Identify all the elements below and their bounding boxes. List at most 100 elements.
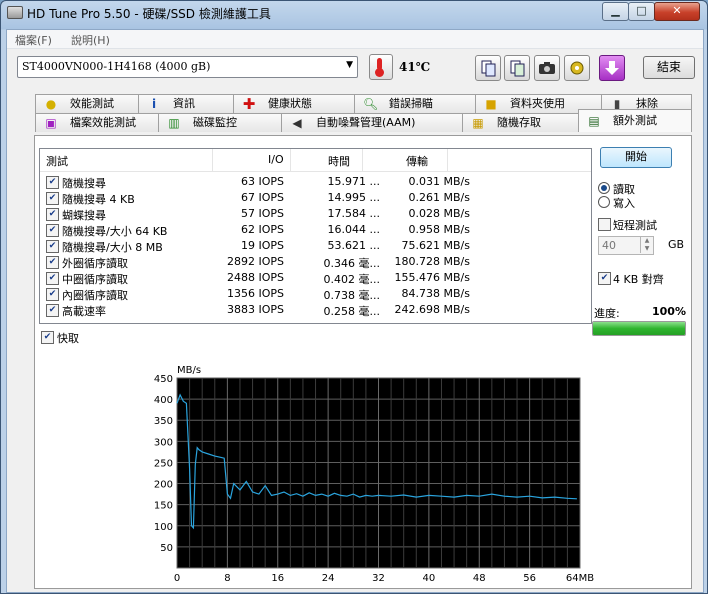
x-tick-label: 0 <box>174 573 180 584</box>
screenshot-button[interactable] <box>534 55 560 81</box>
row-test-name: 隨機搜尋 <box>62 177 106 190</box>
drive-select[interactable]: ST4000VN000-1H4168 (4000 gB) ▼ <box>17 56 358 78</box>
size-value: 40 <box>602 239 616 252</box>
table-row[interactable]: ✔ 隨機搜尋/大小 8 MB 19 IOPS 53.621 ... 75.621 MB/… <box>40 238 591 254</box>
row-test-name: 隨機搜尋/大小 64 KB <box>62 225 168 238</box>
short-test-checkbox[interactable] <box>598 218 611 231</box>
size-spinner[interactable]: 40 ▲ ▼ <box>598 236 654 255</box>
row-checkbox[interactable]: ✔ <box>46 288 59 301</box>
table-row[interactable]: ✔ 中圈循序讀取 2488 IOPS 0.402 毫... 155.476 MB/s <box>40 270 591 286</box>
info-icon: i <box>151 97 157 111</box>
maximize-button[interactable]: □ <box>628 2 655 21</box>
row-test-name: 隨機搜尋 4 KB <box>62 193 135 206</box>
y-tick-label: 250 <box>154 458 173 469</box>
row-io: 2488 IOPS <box>226 271 284 284</box>
row-io: 57 IOPS <box>240 207 284 220</box>
tab-random-access[interactable]: ▦ 隨機存取 <box>462 113 579 132</box>
row-transfer: 155.476 MB/s <box>394 271 470 284</box>
table-row[interactable]: ✔ 外圈循序讀取 2892 IOPS 0.346 毫... 180.728 MB/s <box>40 254 591 270</box>
table-row[interactable]: ✔ 內圈循序讀取 1356 IOPS 0.738 毫... 84.738 MB/s <box>40 286 591 302</box>
close-button[interactable]: ✕ <box>654 2 700 21</box>
row-io: 3883 IOPS <box>226 303 284 316</box>
row-test-name: 高載速率 <box>62 305 106 318</box>
table-row[interactable]: ✔ 隨機搜尋 63 IOPS 15.971 ... 0.031 MB/s <box>40 174 591 190</box>
x-tick-label: 32 <box>372 573 385 584</box>
table-row[interactable]: ✔ 隨機搜尋 4 KB 67 IOPS 14.995 ... 0.261 MB/s <box>40 190 591 206</box>
save-button[interactable] <box>599 55 625 81</box>
table-row[interactable]: ✔ 隨機搜尋/大小 64 KB 62 IOPS 16.044 ... 0.958 MB/… <box>40 222 591 238</box>
row-test-name: 中圈循序讀取 <box>62 273 128 286</box>
y-tick-label: 400 <box>154 395 173 406</box>
row-transfer: 0.031 MB/s <box>408 175 470 188</box>
row-checkbox[interactable]: ✔ <box>46 304 59 317</box>
tab-disk-monitor[interactable]: ▥ 磁碟監控 <box>158 113 282 132</box>
tab-info[interactable]: i 資訊 <box>138 94 234 113</box>
row-io: 67 IOPS <box>240 191 284 204</box>
copy-text-button[interactable] <box>475 55 501 81</box>
x-tick-label: 48 <box>473 573 486 584</box>
row-test-name: 蝴蝶搜尋 <box>62 209 106 222</box>
file-benchmark-icon: ▣ <box>45 116 57 130</box>
y-tick-label: 150 <box>154 501 173 512</box>
options-button[interactable] <box>564 55 590 81</box>
row-checkbox[interactable]: ✔ <box>46 240 59 253</box>
row-checkbox[interactable]: ✔ <box>46 224 59 237</box>
row-checkbox[interactable]: ✔ <box>46 272 59 285</box>
tab-aam[interactable]: ◀ 自動噪聲管理(AAM) <box>281 113 463 132</box>
chevron-down-icon: ▼ <box>346 60 353 70</box>
row-time: 15.971 ... <box>327 175 380 188</box>
tab-file-benchmark[interactable]: ▣ 檔案效能測試 <box>35 113 159 132</box>
tab-error-scan[interactable]: 🔍︎ 錯誤掃瞄 <box>354 94 476 113</box>
row-time: 14.995 ... <box>327 191 380 204</box>
folder-icon: ■ <box>485 97 497 111</box>
row-checkbox[interactable]: ✔ <box>46 208 59 221</box>
y-axis-label: MB/s <box>177 365 201 376</box>
x-tick-label: 40 <box>423 573 436 584</box>
tab-extra-tests[interactable]: ▤ 額外測試 <box>578 109 692 132</box>
menu-file[interactable]: 檔案(F) <box>15 32 52 48</box>
write-radio[interactable] <box>598 196 610 208</box>
row-io: 62 IOPS <box>240 223 284 236</box>
row-checkbox[interactable]: ✔ <box>46 256 59 269</box>
camera-icon <box>539 62 555 74</box>
arrow-down-icon <box>605 61 619 75</box>
cache-checkbox[interactable]: ✔ <box>41 331 54 344</box>
size-unit: GB <box>668 238 685 251</box>
exit-button[interactable]: 結束 <box>643 56 695 79</box>
row-time: 16.044 ... <box>327 223 380 236</box>
align-checkbox[interactable]: ✔ <box>598 272 611 285</box>
table-row[interactable]: ✔ 高載速率 3883 IOPS 0.258 毫... 242.698 MB/s <box>40 302 591 318</box>
row-transfer: 84.738 MB/s <box>401 287 470 300</box>
row-checkbox[interactable]: ✔ <box>46 176 59 189</box>
copy-all-icon <box>510 60 525 77</box>
row-time: 0.346 毫... <box>323 257 380 270</box>
x-tick-label: 56 <box>523 573 536 584</box>
spin-up-icon[interactable]: ▲ <box>640 237 653 245</box>
copy-icon <box>481 60 496 77</box>
cache-label: 快取 <box>57 332 79 345</box>
start-button[interactable]: 開始 <box>600 147 672 168</box>
row-checkbox[interactable]: ✔ <box>46 192 59 205</box>
random-access-icon: ▦ <box>472 116 484 130</box>
menu-help[interactable]: 說明(H) <box>71 32 110 48</box>
read-radio[interactable] <box>598 182 610 194</box>
copy-all-button[interactable] <box>504 55 530 81</box>
y-tick-label: 350 <box>154 416 173 427</box>
y-tick-label: 200 <box>154 480 173 491</box>
thermometer-icon <box>369 54 393 80</box>
client-area: 檔案(F) 說明(H) ST4000VN000-1H4168 (4000 gB)… <box>6 29 704 593</box>
tab-benchmark[interactable]: ● 效能測試 <box>35 94 139 113</box>
minimize-button[interactable]: ▁ <box>602 2 629 21</box>
progress-bar <box>592 321 686 336</box>
progress-label: 進度: <box>594 307 620 320</box>
write-label: 寫入 <box>613 197 635 210</box>
row-transfer: 0.028 MB/s <box>408 207 470 220</box>
temperature-value: 41℃ <box>399 60 431 74</box>
spin-down-icon[interactable]: ▼ <box>640 245 653 253</box>
row-io: 1356 IOPS <box>226 287 284 300</box>
row-io: 19 IOPS <box>240 239 284 252</box>
toolbar: ST4000VN000-1H4168 (4000 gB) ▼ 41℃ 結束 <box>7 50 703 86</box>
tab-health[interactable]: ✚ 健康狀態 <box>233 94 355 113</box>
table-row[interactable]: ✔ 蝴蝶搜尋 57 IOPS 17.584 ... 0.028 MB/s <box>40 206 591 222</box>
y-tick-label: 450 <box>154 374 173 385</box>
